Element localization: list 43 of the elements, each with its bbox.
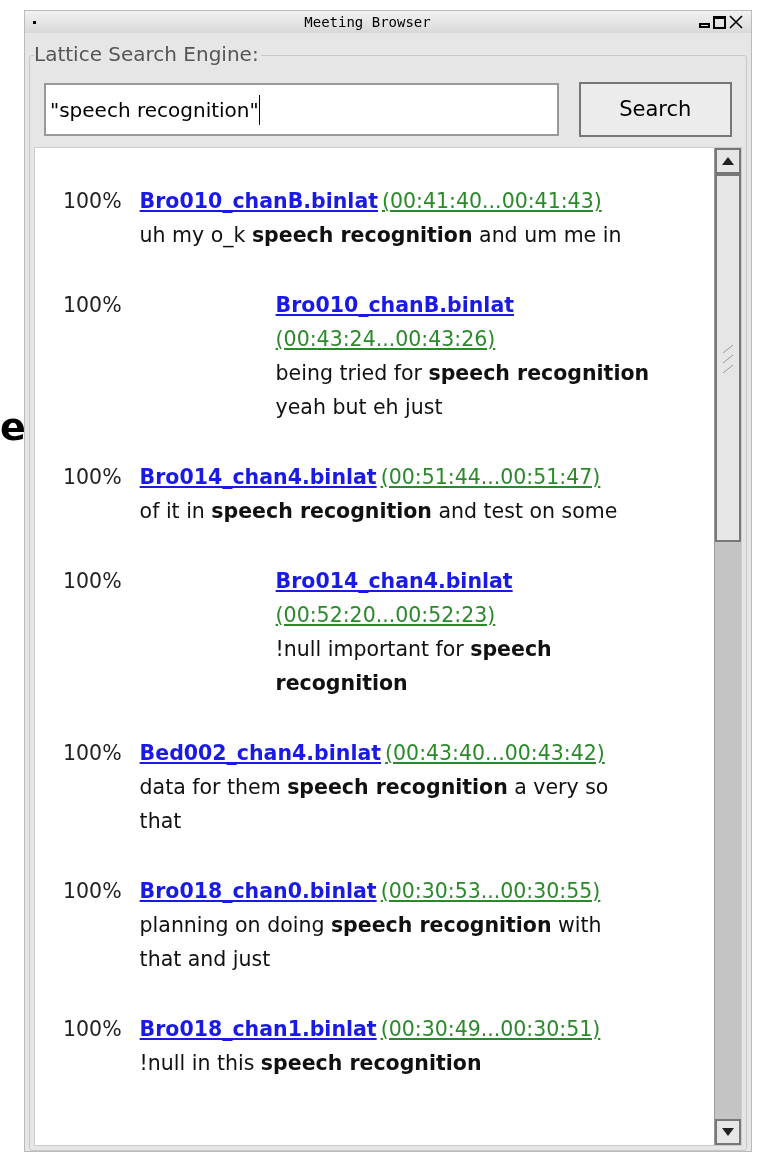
score-text: 100% xyxy=(63,568,122,595)
time-link[interactable]: (00:30:53...00:30:55) xyxy=(380,874,601,908)
score-text: 100% xyxy=(63,464,122,491)
transcript-text: data for them speech recognition a very so that xyxy=(139,775,609,833)
scroll-down-button[interactable] xyxy=(715,1119,741,1145)
time-link[interactable]: (00:52:20...00:52:23) xyxy=(275,603,496,627)
transcript-text: planning on doing speech recognition with that and just xyxy=(139,913,602,971)
score-text: 100% xyxy=(63,188,122,215)
transcript-text: !null important for speech recognition xyxy=(275,637,552,695)
file-link[interactable]: Bro010_chanB.binlat xyxy=(139,184,378,218)
transcript-text: !null in this speech recognition xyxy=(139,1051,482,1075)
window-title: Meeting Browser xyxy=(303,12,432,32)
time-link[interactable]: (00:43:24...00:43:26) xyxy=(275,327,496,351)
time-link[interactable]: (00:41:40...00:41:43) xyxy=(382,184,602,218)
scroll-up-button[interactable] xyxy=(715,148,741,174)
score-text: 100% xyxy=(63,1016,122,1043)
search-button[interactable]: Search xyxy=(578,82,732,137)
close-icon[interactable] xyxy=(729,15,743,29)
file-link[interactable]: Bro014_chan4.binlat xyxy=(275,569,513,593)
maximize-icon[interactable] xyxy=(713,15,726,29)
time-link[interactable]: (00:43:40...00:43:42) xyxy=(385,736,605,770)
transcript-text: being tried for speech recognition yeah but eh just xyxy=(275,361,650,419)
up-arrow-icon xyxy=(722,157,734,165)
score-text: 100% xyxy=(63,740,122,767)
file-link[interactable]: Bro018_chan1.binlat xyxy=(139,1012,377,1046)
transcript-text: uh my o_k speech recognition and um me in xyxy=(139,223,622,247)
scrollbar[interactable] xyxy=(714,148,741,1145)
grip-icon xyxy=(721,343,735,373)
time-link[interactable]: (00:30:49...00:30:51) xyxy=(380,1012,601,1046)
scroll-thumb[interactable] xyxy=(715,174,741,542)
file-link[interactable]: Bro010_chanB.binlat xyxy=(275,293,514,317)
score-text: 100% xyxy=(63,292,122,319)
file-link[interactable]: Bro014_chan4.binlat xyxy=(139,460,377,494)
background-text: e xyxy=(0,408,26,446)
transcript-text: of it in speech recognition and test on some xyxy=(139,499,618,523)
search-field[interactable]: "speech recognition" xyxy=(44,83,559,136)
time-link[interactable]: (00:51:44...00:51:47) xyxy=(380,460,601,494)
file-link[interactable]: Bed002_chan4.binlat xyxy=(139,736,382,770)
down-arrow-icon xyxy=(722,1128,734,1136)
file-link[interactable]: Bro018_chan0.binlat xyxy=(139,874,377,908)
minimize-icon[interactable] xyxy=(699,22,710,28)
window-menu-icon[interactable] xyxy=(33,20,36,24)
score-text: 100% xyxy=(63,878,122,905)
